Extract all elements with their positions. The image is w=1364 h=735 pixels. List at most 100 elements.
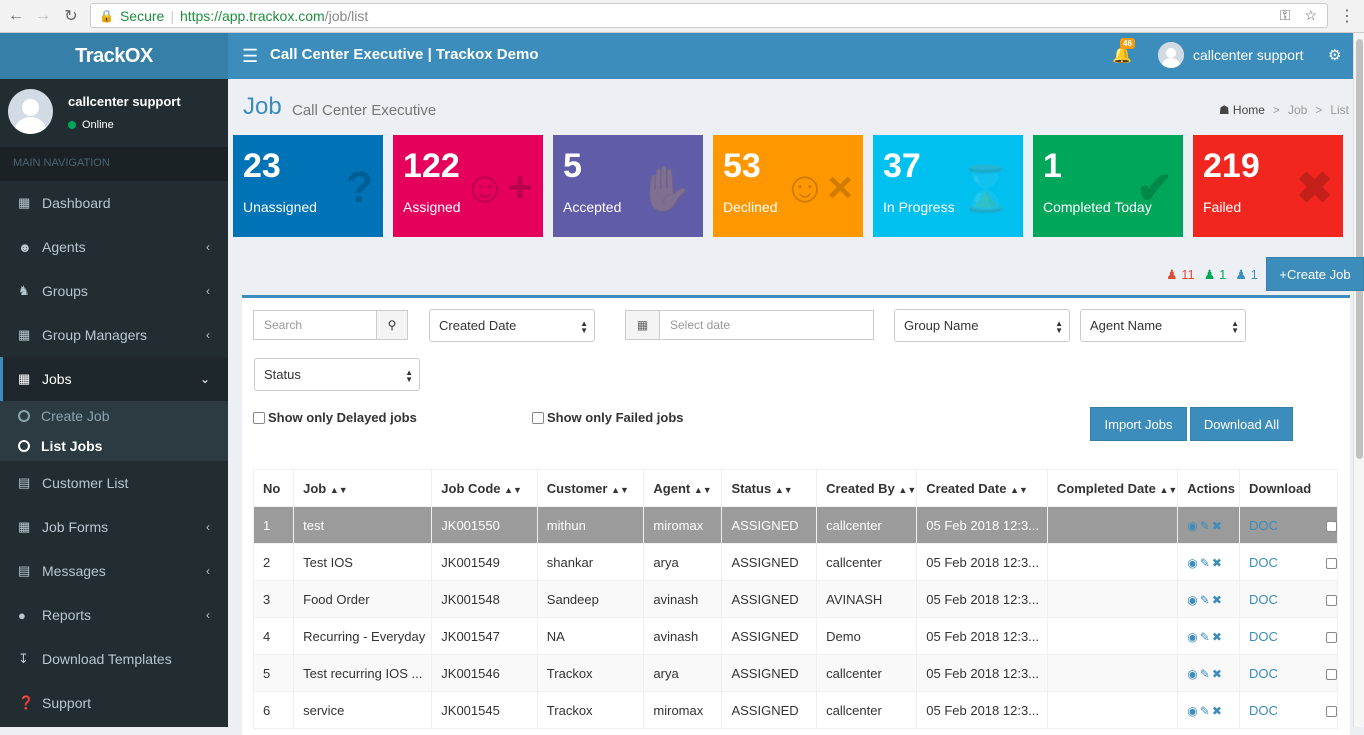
doc-link[interactable]: DOC (1249, 518, 1278, 533)
doc-link[interactable]: DOC (1249, 629, 1278, 644)
view-icon[interactable]: ◉ (1187, 556, 1199, 570)
edit-icon[interactable]: ✎ (1200, 630, 1212, 644)
view-icon[interactable]: ◉ (1187, 667, 1199, 681)
sidebar-item-reports[interactable]: ● Reports ‹ (0, 593, 228, 637)
table-row[interactable]: 2 Test IOS JK001549 shankar arya ASSIGNED call… (252, 543, 1338, 581)
tile-declined[interactable]: 53 Declined ☺× (713, 135, 863, 237)
tile-in-progress[interactable]: 37 In Progress ⌛ (873, 135, 1023, 237)
tile-unassigned[interactable]: 23 Unassigned? (233, 135, 383, 237)
sidebar-toggle-icon[interactable]: ☰ (242, 46, 258, 67)
address-bar[interactable]: 🔒 Secure | https://app.trackox.com /job/… (90, 3, 1328, 28)
table-row[interactable]: 6 service JK001545 Trackox miromax ASSIGNED ca… (252, 691, 1338, 729)
edit-icon[interactable]: ✎ (1200, 667, 1212, 681)
breadcrumb-home[interactable]: ☗ Home (1219, 103, 1265, 117)
sidebar-item-job-forms[interactable]: ▦ Job Forms ‹ (0, 505, 228, 549)
sidebar-item-group-managers[interactable]: ▦ Group Managers ‹ (0, 313, 228, 357)
table-cell: Test IOS (293, 543, 433, 581)
search-icon[interactable]: ⚲ (376, 310, 408, 340)
table-row[interactable]: 4 Recurring - Everyday JK001547 NA avinash AS… (252, 617, 1338, 655)
table-cell: arya (643, 543, 723, 581)
sidebar-item-jobs[interactable]: ▦ Jobs ⌄ (0, 357, 228, 401)
sort-icon: ▲▼ (1010, 484, 1028, 495)
view-icon[interactable]: ◉ (1187, 630, 1199, 644)
table-row[interactable]: 1 test JK001550 mithun miromax ASSIGNED callce… (252, 506, 1338, 544)
table-row[interactable]: 3 Food Order JK001548 Sandeep avinash ASSIGNE… (252, 580, 1338, 618)
delete-icon[interactable]: ✖ (1212, 593, 1224, 607)
delete-icon[interactable]: ✖ (1212, 519, 1224, 533)
delayed-jobs-checkbox[interactable]: Show only Delayed jobs (253, 410, 417, 425)
col-job[interactable]: Job ▲▼ (293, 469, 433, 507)
col-created-date[interactable]: Created Date ▲▼ (916, 469, 1048, 507)
view-icon[interactable]: ◉ (1187, 704, 1199, 718)
col-job-code[interactable]: Job Code ▲▼ (431, 469, 538, 507)
calendar-icon[interactable]: ▦ (625, 310, 660, 340)
sidebar-item-groups[interactable]: ♞ Groups ‹ (0, 269, 228, 313)
bookmark-star-icon[interactable]: ☆ (1304, 7, 1317, 24)
sidebar-item-download-templates[interactable]: ↧ Download Templates (0, 637, 228, 681)
sidebar-subitem-create-job[interactable]: Create Job (0, 401, 228, 431)
edit-icon[interactable]: ✎ (1200, 704, 1212, 718)
gear-icon[interactable]: ⚙ (1328, 46, 1341, 64)
doc-link[interactable]: DOC (1249, 703, 1278, 718)
avatar[interactable] (1158, 42, 1184, 68)
doc-link[interactable]: DOC (1249, 555, 1278, 570)
group-name-select[interactable]: Group Name ▲ ▼ (894, 309, 1070, 342)
table-row[interactable]: 5 Test recurring IOS ... JK001546 Trackox ar… (252, 654, 1338, 692)
tile-failed[interactable]: 219 Failed ✖ (1193, 135, 1343, 237)
delete-icon[interactable]: ✖ (1212, 556, 1224, 570)
brand-logo[interactable]: TrackOX (0, 33, 228, 79)
delete-icon[interactable]: ✖ (1212, 630, 1224, 644)
col-agent[interactable]: Agent ▲▼ (643, 469, 723, 507)
user-menu[interactable]: callcenter support (1193, 47, 1304, 63)
agent-name-select[interactable]: Agent Name ▲ ▼ (1080, 309, 1246, 342)
table-cell: NA (536, 617, 645, 655)
date-input[interactable]: Select date (659, 310, 874, 340)
scrollbar[interactable] (1353, 33, 1364, 727)
browser-menu-icon[interactable]: ⋮ (1336, 5, 1358, 27)
search-input[interactable]: Search (253, 310, 377, 340)
user-times-icon: ☺× (782, 163, 853, 212)
import-jobs-button[interactable]: Import Jobs (1090, 407, 1187, 441)
back-icon[interactable]: ← (5, 5, 27, 27)
delete-icon[interactable]: ✖ (1212, 704, 1224, 718)
row-checkbox[interactable] (1325, 520, 1337, 532)
tile-assigned[interactable]: 122 Assigned ☺+ (393, 135, 543, 237)
sidebar-item-support[interactable]: ❓ Support (0, 681, 228, 725)
sidebar-subitem-list-jobs[interactable]: List Jobs (0, 431, 228, 461)
user-status: Online (68, 119, 114, 131)
download-all-button[interactable]: Download All (1190, 407, 1293, 441)
row-checkbox[interactable] (1325, 668, 1337, 680)
col-customer[interactable]: Customer ▲▼ (536, 469, 645, 507)
reload-icon[interactable]: ↻ (60, 5, 82, 27)
sidebar-item-customer-list[interactable]: ▤ Customer List (0, 461, 228, 505)
edit-icon[interactable]: ✎ (1200, 519, 1212, 533)
sidebar-item-dashboard[interactable]: ▦ Dashboard (0, 181, 228, 225)
view-icon[interactable]: ◉ (1187, 593, 1199, 607)
breadcrumb-job[interactable]: Job (1288, 103, 1307, 117)
tile-accepted[interactable]: 5 Accepted ✋ (553, 135, 703, 237)
create-job-button[interactable]: +Create Job (1266, 257, 1364, 291)
table-cell: Trackox (536, 654, 645, 692)
status-select[interactable]: Status ▲ ▼ (254, 358, 420, 391)
col-created-by[interactable]: Created By ▲▼ (816, 469, 918, 507)
row-checkbox[interactable] (1325, 631, 1337, 643)
doc-link[interactable]: DOC (1249, 592, 1278, 607)
tile-completed-today[interactable]: 1 Completed Today ✔ (1033, 135, 1183, 237)
key-icon[interactable]: ⚿ (1280, 7, 1291, 24)
edit-icon[interactable]: ✎ (1200, 556, 1212, 570)
top-navbar: ☰ Call Center Executive | Trackox Demo 🔔… (228, 33, 1353, 79)
doc-link[interactable]: DOC (1249, 666, 1278, 681)
created-date-select[interactable]: Created Date ▲ ▼ (429, 309, 595, 342)
view-icon[interactable]: ◉ (1187, 519, 1199, 533)
delete-icon[interactable]: ✖ (1212, 667, 1224, 681)
sidebar-item-messages[interactable]: ▤ Messages ‹ (0, 549, 228, 593)
row-checkbox[interactable] (1325, 594, 1337, 606)
col-completed-date[interactable]: Completed Date ▲▼ (1046, 469, 1179, 507)
row-checkbox[interactable] (1325, 557, 1337, 569)
sidebar-item-agents[interactable]: ☻ Agents ‹ (0, 225, 228, 269)
col-status[interactable]: Status ▲▼ (721, 469, 818, 507)
row-checkbox[interactable] (1325, 705, 1337, 717)
edit-icon[interactable]: ✎ (1200, 593, 1212, 607)
failed-jobs-checkbox[interactable]: Show only Failed jobs (532, 410, 684, 425)
forward-icon[interactable]: → (32, 5, 54, 27)
